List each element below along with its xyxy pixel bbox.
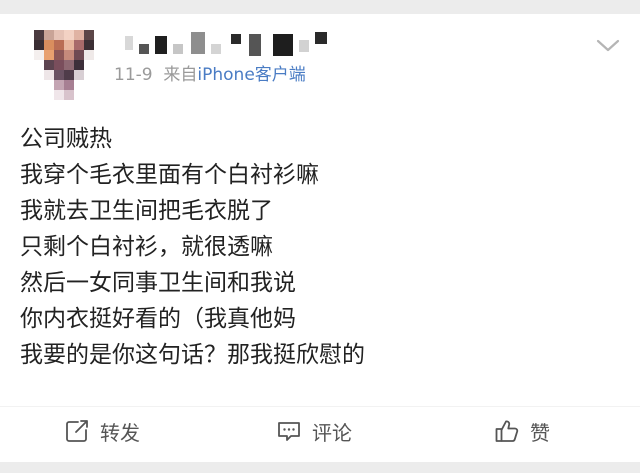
action-bar: 转发 评论 赞 xyxy=(0,410,640,452)
post-line: 我要的是你这句话？那我挺欣慰的 xyxy=(20,342,365,368)
post-line: 公司贼热 xyxy=(20,126,112,152)
source-device-link[interactable]: iPhone客户端 xyxy=(197,65,305,85)
post-line: 我穿个毛衣里面有个白衬衫嘛 xyxy=(20,162,319,188)
source-prefix: 来自 xyxy=(163,65,198,85)
post-line: 你内衣挺好看的（我真他妈 xyxy=(20,306,296,332)
chevron-down-icon[interactable] xyxy=(595,36,621,56)
repost-label: 转发 xyxy=(100,420,140,445)
comment-label: 评论 xyxy=(312,420,352,445)
thumbs-up-icon xyxy=(494,418,520,444)
avatar[interactable] xyxy=(34,30,94,100)
post-line: 只剩个白衬衫，就很透嘛 xyxy=(20,234,273,260)
comment-icon xyxy=(276,418,302,444)
like-label: 赞 xyxy=(530,420,550,445)
top-separator xyxy=(0,0,640,14)
post-line: 我就去卫生间把毛衣脱了 xyxy=(20,198,273,224)
username-obscured[interactable] xyxy=(115,30,335,60)
post-date: 11-9 xyxy=(114,65,153,85)
like-button[interactable]: 赞 xyxy=(494,410,550,452)
bottom-separator xyxy=(0,462,640,473)
post-content: 公司贼热 我穿个毛衣里面有个白衬衫嘛 我就去卫生间把毛衣脱了 只剩个白衬衫，就很… xyxy=(20,121,620,373)
repost-button[interactable]: 转发 xyxy=(64,410,140,452)
post-meta: 11-9 来自iPhone客户端 xyxy=(114,64,306,86)
post-line: 然后一女同事卫生间和我说 xyxy=(20,270,296,296)
action-divider xyxy=(0,406,640,407)
share-icon xyxy=(64,418,90,444)
comment-button[interactable]: 评论 xyxy=(276,410,352,452)
